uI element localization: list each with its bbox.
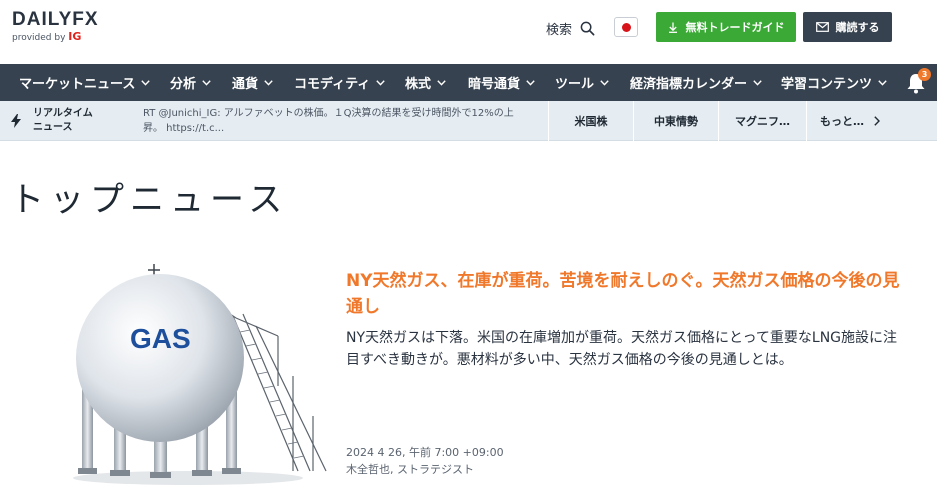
trade-guide-label: 無料トレードガイド — [685, 21, 785, 34]
chevron-right-icon — [874, 116, 880, 126]
nav-item-commodity[interactable]: コモディティ — [294, 64, 386, 101]
japan-flag-icon[interactable] — [614, 17, 638, 37]
nav-item-learning[interactable]: 学習コンテンツ — [781, 64, 887, 101]
nav-item-label: 経済指標カレンダー — [630, 77, 748, 92]
nav-item-analysis[interactable]: 分析 — [170, 64, 211, 101]
nav-item-economic-calendar[interactable]: 経済指標カレンダー — [630, 64, 762, 101]
trade-guide-button[interactable]: 無料トレードガイド — [656, 12, 796, 42]
chevron-down-icon — [264, 79, 273, 86]
tag-more[interactable]: もっと… — [806, 101, 893, 141]
nav-item-label: 暗号通貨 — [468, 77, 521, 92]
search-icon — [580, 21, 595, 35]
article-headline[interactable]: NY天然ガス、在庫が重荷。苦境を耐えしのぐ。天然ガス価格の今後の見通し — [346, 268, 901, 320]
realtime-news-text[interactable]: RT @Junichi_IG: アルファベットの株価。１Q決算の結果を受け時間外… — [143, 106, 523, 136]
chevron-down-icon — [600, 79, 609, 86]
flag-sun — [621, 22, 631, 32]
nav-item-label: ツール — [555, 77, 595, 92]
nav-item-label: 分析 — [170, 77, 197, 92]
chevron-down-icon — [526, 79, 535, 86]
nav-item-stocks[interactable]: 株式 — [405, 64, 446, 101]
tag-magnificent[interactable]: マグニフ… — [718, 101, 806, 141]
article-date: 2024 4 26, 午前 7:00 +09:00 — [346, 446, 504, 459]
nav-item-label: 通貨 — [232, 77, 259, 92]
gas-tank-illustration: GAS — [73, 264, 327, 485]
mail-icon — [815, 22, 829, 32]
subscribe-label: 購読する — [835, 21, 880, 34]
chevron-down-icon — [878, 79, 887, 86]
page-title: トップニュース — [10, 180, 289, 220]
article-image[interactable]: GAS — [68, 256, 330, 486]
nav-item-label: マーケットニュース — [19, 77, 136, 92]
logo-tagline: provided by IG — [12, 31, 122, 44]
subscribe-button[interactable]: 購読する — [803, 12, 892, 42]
chevron-down-icon — [202, 79, 211, 86]
site-header: DAILYFX provided by IG 検索 無料トレードガイド 購読する — [0, 0, 937, 64]
nav-item-currency[interactable]: 通貨 — [232, 64, 273, 101]
tag-us-stocks[interactable]: 米国株 — [548, 101, 633, 141]
download-icon — [668, 22, 677, 33]
tag-label: 中東情勢 — [654, 115, 698, 128]
realtime-news-link[interactable]: リアルタイム ニュース — [0, 101, 132, 141]
notifications-button[interactable]: 3 — [905, 68, 931, 95]
chevron-down-icon — [437, 79, 446, 86]
chevron-down-icon — [141, 79, 151, 86]
chevron-down-icon — [753, 79, 762, 86]
gas-label: GAS — [130, 323, 191, 354]
tag-middle-east[interactable]: 中東情勢 — [633, 101, 718, 141]
logo-provided-by: provided by — [12, 33, 66, 43]
notification-count-badge: 3 — [918, 68, 931, 81]
nav-item-label: 株式 — [405, 77, 432, 92]
nav-item-market-news[interactable]: マーケットニュース — [19, 64, 151, 101]
nav-item-crypto[interactable]: 暗号通貨 — [468, 64, 535, 101]
main-nav: マーケットニュース 分析 通貨 コモディティ 株式 暗号通貨 ツール 経済指標カ… — [0, 64, 937, 101]
search-label: 検索 — [546, 22, 573, 38]
dailyfx-logo[interactable]: DAILYFX provided by IG — [12, 10, 122, 46]
tag-label: マグニフ… — [735, 115, 790, 128]
nav-item-tools[interactable]: ツール — [555, 64, 609, 101]
tag-label: もっと… — [820, 115, 864, 128]
tag-label: 米国株 — [574, 115, 608, 128]
topic-tags: 米国株 中東情勢 マグニフ… もっと… — [548, 101, 893, 141]
search-button[interactable]: 検索 — [546, 17, 595, 39]
realtime-news-title: リアルタイム ニュース — [33, 108, 93, 133]
lightning-icon — [11, 114, 21, 128]
nav-item-label: 学習コンテンツ — [781, 77, 873, 92]
realtime-news-bar: リアルタイム ニュース RT @Junichi_IG: アルファベットの株価。１… — [0, 101, 937, 141]
nav-item-label: コモディティ — [294, 77, 371, 92]
ig-brand: IG — [68, 30, 82, 43]
article-summary: NY天然ガスは下落。米国の在庫増加が重荷。天然ガス価格にとって重要なLNG施設に… — [346, 330, 898, 368]
logo-text: DAILYFX — [12, 9, 99, 30]
chevron-down-icon — [376, 79, 386, 86]
article-author[interactable]: 木全哲也, ストラテジスト — [346, 461, 474, 477]
